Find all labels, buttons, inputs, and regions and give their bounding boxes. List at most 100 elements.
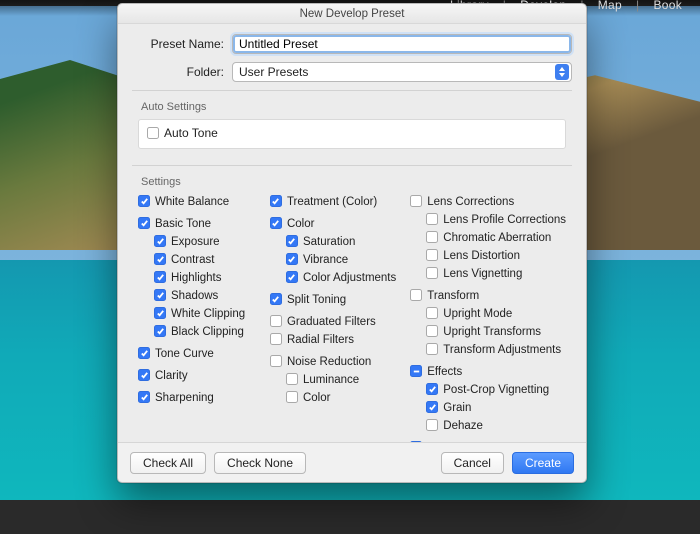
saturation-label: Saturation xyxy=(303,234,355,250)
settings-title: Settings xyxy=(138,176,184,188)
dehaze-checkbox[interactable] xyxy=(426,419,438,431)
dehaze-label: Dehaze xyxy=(443,418,483,434)
check-none-button[interactable]: Check None xyxy=(214,452,306,474)
dialog-body: Preset Name: Folder: User Presets Auto S… xyxy=(118,24,586,500)
contrast-label: Contrast xyxy=(171,252,214,268)
effects-checkbox[interactable] xyxy=(410,365,422,377)
basic-tone-checkbox[interactable] xyxy=(138,217,150,229)
upright-mode-label: Upright Mode xyxy=(443,306,512,322)
nav-sep: | xyxy=(636,0,639,12)
folder-select[interactable]: User Presets xyxy=(232,62,572,82)
dialog-title: New Develop Preset xyxy=(118,4,586,24)
white-clipping-label: White Clipping xyxy=(171,306,245,322)
exposure-checkbox[interactable] xyxy=(154,235,166,247)
black-clipping-checkbox[interactable] xyxy=(154,325,166,337)
dialog-footer: Check All Check None Cancel Create xyxy=(118,442,586,482)
preset-name-row: Preset Name: xyxy=(132,34,572,54)
auto-settings-title: Auto Settings xyxy=(138,101,209,113)
basic-tone-label: Basic Tone xyxy=(155,216,211,232)
chromatic-label: Chromatic Aberration xyxy=(443,230,551,246)
sharpening-label: Sharpening xyxy=(155,390,214,406)
vibrance-checkbox[interactable] xyxy=(286,253,298,265)
clarity-label: Clarity xyxy=(155,368,188,384)
chromatic-checkbox[interactable] xyxy=(426,231,438,243)
folder-label: Folder: xyxy=(132,65,224,79)
cancel-button[interactable]: Cancel xyxy=(441,452,504,474)
vibrance-label: Vibrance xyxy=(303,252,348,268)
preset-name-input[interactable] xyxy=(232,34,572,54)
highlights-label: Highlights xyxy=(171,270,222,286)
settings-col-2: Treatment (Color) Color Saturation Vibra… xyxy=(270,194,396,476)
auto-tone-checkbox[interactable] xyxy=(147,127,159,139)
lens-corrections-checkbox[interactable] xyxy=(410,195,422,207)
upright-mode-checkbox[interactable] xyxy=(426,307,438,319)
black-clipping-label: Black Clipping xyxy=(171,324,244,340)
split-toning-checkbox[interactable] xyxy=(270,293,282,305)
preset-name-label: Preset Name: xyxy=(132,37,224,51)
folder-value: User Presets xyxy=(239,65,308,79)
lens-vignetting-label: Lens Vignetting xyxy=(443,266,522,282)
graduated-filters-label: Graduated Filters xyxy=(287,314,376,330)
lens-profile-label: Lens Profile Corrections xyxy=(443,212,566,228)
tone-curve-label: Tone Curve xyxy=(155,346,214,362)
lens-corrections-label: Lens Corrections xyxy=(427,194,514,210)
white-clipping-checkbox[interactable] xyxy=(154,307,166,319)
lens-profile-checkbox[interactable] xyxy=(426,213,438,225)
post-crop-checkbox[interactable] xyxy=(426,383,438,395)
saturation-checkbox[interactable] xyxy=(286,235,298,247)
clarity-checkbox[interactable] xyxy=(138,369,150,381)
white-balance-label: White Balance xyxy=(155,194,229,210)
post-crop-label: Post-Crop Vignetting xyxy=(443,382,549,398)
sharpening-checkbox[interactable] xyxy=(138,391,150,403)
noise-reduction-checkbox[interactable] xyxy=(270,355,282,367)
grain-checkbox[interactable] xyxy=(426,401,438,413)
settings-group: Settings White Balance Basic Tone Exposu… xyxy=(132,165,572,486)
shadows-checkbox[interactable] xyxy=(154,289,166,301)
auto-settings-group: Auto Settings Auto Tone xyxy=(132,90,572,159)
lens-distortion-label: Lens Distortion xyxy=(443,248,520,264)
highlights-checkbox[interactable] xyxy=(154,271,166,283)
upright-transforms-label: Upright Transforms xyxy=(443,324,541,340)
folder-row: Folder: User Presets xyxy=(132,62,572,82)
radial-filters-checkbox[interactable] xyxy=(270,333,282,345)
select-stepper-icon xyxy=(555,64,569,80)
nav-book[interactable]: Book xyxy=(653,0,682,12)
transform-label: Transform xyxy=(427,288,479,304)
new-develop-preset-dialog: New Develop Preset Preset Name: Folder: … xyxy=(117,3,587,483)
white-balance-checkbox[interactable] xyxy=(138,195,150,207)
contrast-checkbox[interactable] xyxy=(154,253,166,265)
split-toning-label: Split Toning xyxy=(287,292,346,308)
tone-curve-checkbox[interactable] xyxy=(138,347,150,359)
effects-label: Effects xyxy=(427,364,462,380)
grain-label: Grain xyxy=(443,400,471,416)
lens-distortion-checkbox[interactable] xyxy=(426,249,438,261)
color-nr-checkbox[interactable] xyxy=(286,391,298,403)
auto-tone-row: Auto Tone xyxy=(138,119,566,149)
auto-tone-label: Auto Tone xyxy=(164,126,218,140)
color-adjustments-label: Color Adjustments xyxy=(303,270,396,286)
color-label: Color xyxy=(287,216,314,232)
treatment-checkbox[interactable] xyxy=(270,195,282,207)
color-adjustments-checkbox[interactable] xyxy=(286,271,298,283)
luminance-label: Luminance xyxy=(303,372,359,388)
exposure-label: Exposure xyxy=(171,234,220,250)
upright-transforms-checkbox[interactable] xyxy=(426,325,438,337)
color-checkbox[interactable] xyxy=(270,217,282,229)
check-all-button[interactable]: Check All xyxy=(130,452,206,474)
create-button[interactable]: Create xyxy=(512,452,574,474)
nav-map[interactable]: Map xyxy=(598,0,622,12)
settings-col-1: White Balance Basic Tone Exposure Contra… xyxy=(138,194,256,476)
shadows-label: Shadows xyxy=(171,288,218,304)
graduated-filters-checkbox[interactable] xyxy=(270,315,282,327)
luminance-checkbox[interactable] xyxy=(286,373,298,385)
lens-vignetting-checkbox[interactable] xyxy=(426,267,438,279)
settings-col-3: Lens Corrections Lens Profile Correction… xyxy=(410,194,566,476)
color-nr-label: Color xyxy=(303,390,330,406)
transform-adjustments-checkbox[interactable] xyxy=(426,343,438,355)
settings-columns: White Balance Basic Tone Exposure Contra… xyxy=(138,194,566,476)
treatment-label: Treatment (Color) xyxy=(287,194,377,210)
noise-reduction-label: Noise Reduction xyxy=(287,354,371,370)
transform-adjustments-label: Transform Adjustments xyxy=(443,342,561,358)
radial-filters-label: Radial Filters xyxy=(287,332,354,348)
transform-checkbox[interactable] xyxy=(410,289,422,301)
